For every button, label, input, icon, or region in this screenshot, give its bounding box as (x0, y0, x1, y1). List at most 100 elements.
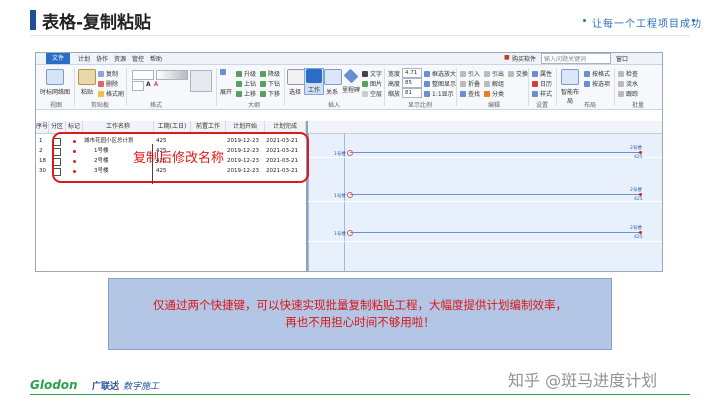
copy-button[interactable]: 复制 (98, 69, 118, 78)
menu-control[interactable]: 管控 (132, 54, 144, 63)
drill-down-label: 下钻 (268, 81, 281, 88)
end-node-dot[interactable] (639, 151, 642, 154)
select-button[interactable]: 选择 (287, 69, 305, 96)
font-select[interactable] (132, 70, 154, 80)
scale-input[interactable]: 81 (402, 88, 422, 98)
zone-link-label: 1号楼 (334, 232, 346, 237)
track-icon (618, 91, 624, 97)
title-accent-bar (30, 10, 36, 30)
import-button[interactable]: 引入 (460, 69, 480, 78)
row-number: 30 (39, 168, 46, 174)
smart-layout-button[interactable]: 智能布局 (559, 69, 581, 105)
paste-button[interactable]: 粘贴 (78, 69, 96, 96)
drill-up-label: 上钻 (244, 81, 257, 88)
width-input[interactable]: 4.71 (402, 68, 422, 78)
one-to-one-button[interactable]: 1:1显示 (424, 89, 454, 98)
flow-button[interactable]: 流水 (618, 79, 638, 88)
network-chart-area[interactable]: 1号楼 2号楼 425 1号楼 2号楼 425 1号楼 2号楼 425 (308, 121, 662, 271)
arrow-right-icon (260, 71, 266, 77)
style-preview-box[interactable] (190, 70, 212, 92)
smart-layout-icon (561, 69, 579, 85)
upgrade-button[interactable]: 升级 (236, 69, 256, 78)
fit-page-button[interactable]: 整图显示 (424, 79, 456, 88)
check-button[interactable]: 检查 (618, 69, 638, 78)
format-painter-button[interactable]: 格式刷 (98, 89, 124, 98)
calendar-button[interactable]: 日历 (532, 79, 552, 88)
expand-button[interactable] (220, 69, 228, 76)
export-icon (484, 71, 490, 77)
help-search-input[interactable]: 输入问题关键词 (541, 53, 611, 64)
track-button[interactable]: 跟踪 (618, 89, 638, 98)
work-line[interactable] (350, 194, 640, 195)
swap-icon (508, 71, 514, 77)
flow-icon (618, 81, 624, 87)
drill-up-button[interactable]: 上钻 (236, 79, 256, 88)
menu-collab[interactable]: 协作 (96, 54, 108, 63)
annotation-text: 复制后修改名称 (133, 151, 225, 166)
work-line[interactable] (350, 152, 640, 153)
node-circle[interactable] (347, 150, 353, 156)
by-format-label: 按格式 (592, 71, 611, 78)
work-label: 2号楼 (630, 226, 642, 231)
delete-icon (98, 81, 104, 87)
insert-text-button[interactable]: 文字 (362, 69, 382, 78)
move-up-label: 上移 (244, 91, 257, 98)
color-gradient-picker[interactable] (156, 70, 188, 80)
timescale-network-button[interactable]: 时标网络图 (40, 69, 70, 96)
height-label: 高度 (388, 81, 401, 88)
drill-down-button[interactable]: 下钻 (260, 79, 280, 88)
buy-software-link[interactable]: 购买软件 (512, 54, 536, 63)
swap-button[interactable]: 交换 (508, 69, 528, 78)
work-button[interactable]: 工作 (304, 68, 324, 95)
scale-label: 缩放 (388, 91, 401, 98)
end-node-dot[interactable] (639, 193, 642, 196)
export-button[interactable]: 引出 (484, 69, 504, 78)
check-label: 检查 (626, 71, 639, 78)
menu-plan[interactable]: 计划 (78, 54, 90, 63)
menu-help[interactable]: 帮助 (150, 54, 162, 63)
milestone-button[interactable]: 里程碑 (341, 68, 361, 94)
delete-label: 删除 (106, 81, 119, 88)
size-select[interactable] (132, 81, 144, 91)
menu-resource[interactable]: 资源 (114, 54, 126, 63)
font-color-icon[interactable]: A (154, 81, 158, 88)
downgrade-button[interactable]: 降级 (260, 69, 280, 78)
zone-divider (308, 157, 662, 158)
classify-button[interactable]: 分类 (484, 89, 504, 98)
zone-link-label: 1号楼 (334, 152, 346, 157)
attribute-button[interactable]: 属性 (532, 69, 552, 78)
menu-file[interactable]: 文件 (46, 53, 71, 64)
find-button[interactable]: 查找 (460, 89, 480, 98)
fold-button[interactable]: 折叠 (460, 79, 480, 88)
attribute-label: 属性 (540, 71, 553, 78)
by-option-button[interactable]: 按选项 (584, 79, 610, 88)
move-down-label: 下移 (268, 91, 281, 98)
bold-icon[interactable]: A (146, 81, 151, 88)
group-label-insert: 插入 (328, 102, 341, 109)
node-circle[interactable] (347, 192, 353, 198)
end-node-dot[interactable] (639, 231, 642, 234)
actual-size-icon (424, 91, 430, 97)
row-number: 2 (39, 148, 43, 154)
move-up-button[interactable]: 上移 (236, 89, 256, 98)
relation-label: 关系 (325, 89, 338, 96)
move-down-button[interactable]: 下移 (260, 89, 280, 98)
downgrade-label: 降级 (268, 71, 281, 78)
node-circle[interactable] (347, 230, 353, 236)
by-format-button[interactable]: 按格式 (584, 69, 610, 78)
empty-layer-button[interactable]: 空层 (362, 89, 382, 98)
col-header-no[interactable]: 序号 (36, 121, 49, 134)
height-input[interactable]: 85 (402, 78, 422, 88)
style-button[interactable]: 样式 (532, 89, 552, 98)
ribbon-separator (528, 68, 529, 106)
window-menu[interactable]: 窗口 (616, 54, 628, 63)
cart-icon[interactable]: ■ (504, 54, 510, 61)
ungroup-button[interactable]: 解组 (484, 79, 504, 88)
delete-button[interactable]: 删除 (98, 79, 118, 88)
ribbon-separator (556, 68, 557, 106)
work-line[interactable] (350, 232, 640, 233)
zoom-select-button[interactable]: 框选放大 (424, 69, 456, 78)
insert-picture-button[interactable]: 图片 (362, 79, 382, 88)
expand-label[interactable]: 展开 (220, 87, 232, 96)
relation-button[interactable]: 关系 (324, 69, 342, 96)
